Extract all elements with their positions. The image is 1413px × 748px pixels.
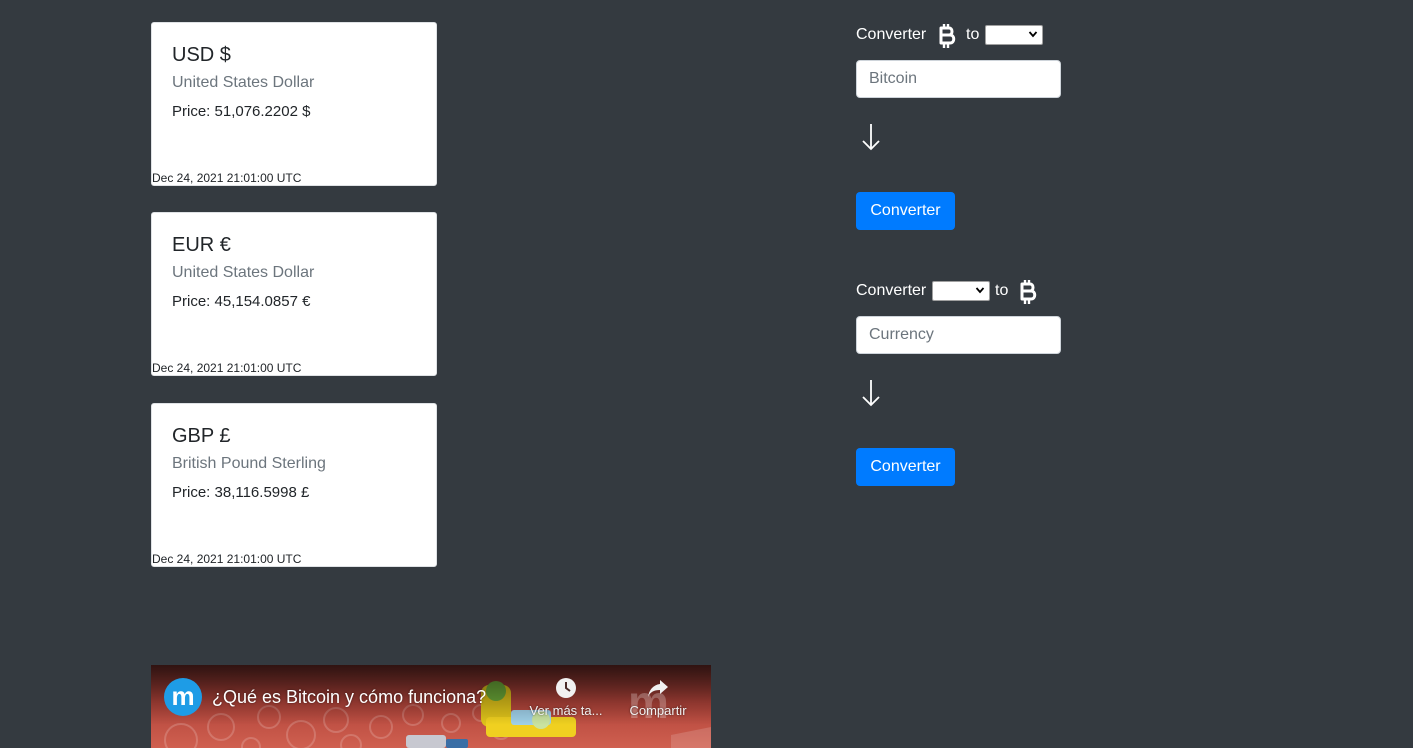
card-title: GBP £ bbox=[172, 425, 231, 447]
bitcoin-icon bbox=[1020, 280, 1037, 304]
converter-to-label: to bbox=[995, 282, 1009, 299]
page: USD $ United States Dollar Price: 51,076… bbox=[0, 0, 1413, 748]
card-timestamp: Dec 24, 2021 21:01:00 UTC bbox=[152, 552, 302, 566]
channel-avatar[interactable]: m bbox=[164, 678, 202, 716]
watch-later-label: Ver más ta... bbox=[529, 703, 603, 718]
chevron-down-icon bbox=[975, 287, 985, 294]
card-timestamp: Dec 24, 2021 21:01:00 UTC bbox=[152, 361, 302, 375]
converter-to-label: to bbox=[966, 26, 980, 43]
card-title: EUR € bbox=[172, 234, 231, 256]
card-price: Price: 51,076.2202 $ bbox=[172, 103, 311, 120]
card-subtitle: United States Dollar bbox=[172, 74, 315, 91]
convert-currency-button[interactable]: Converter bbox=[856, 448, 955, 486]
down-arrow-icon bbox=[862, 380, 880, 407]
currency-amount-input[interactable] bbox=[856, 316, 1061, 354]
card-title: USD $ bbox=[172, 44, 231, 66]
currency-card-usd: USD $ United States Dollar Price: 51,076… bbox=[151, 22, 437, 186]
video-title[interactable]: ¿Qué es Bitcoin y cómo funciona? bbox=[212, 686, 486, 708]
watch-later-button[interactable]: Ver más ta... bbox=[526, 677, 606, 719]
currency-card-gbp: GBP £ British Pound Sterling Price: 38,1… bbox=[151, 403, 437, 567]
video-embed[interactable]: m ¿Qué es Bitcoin y cómo funciona? m Ver… bbox=[151, 665, 711, 748]
bitcoin-icon bbox=[939, 24, 956, 48]
currency-card-eur: EUR € United States Dollar Price: 45,154… bbox=[151, 212, 437, 376]
share-icon bbox=[648, 680, 668, 697]
converter-label: Converter bbox=[856, 26, 927, 43]
bitcoin-amount-input[interactable] bbox=[856, 60, 1061, 98]
source-currency-select[interactable] bbox=[932, 281, 990, 301]
chevron-down-icon bbox=[1028, 31, 1038, 38]
target-currency-select[interactable] bbox=[985, 25, 1043, 45]
share-label: Compartir bbox=[629, 703, 687, 718]
convert-btc-button[interactable]: Converter bbox=[856, 192, 955, 230]
converter-label: Converter bbox=[856, 282, 927, 299]
down-arrow-icon bbox=[862, 124, 880, 151]
card-subtitle: British Pound Sterling bbox=[172, 455, 326, 472]
card-subtitle: United States Dollar bbox=[172, 264, 315, 281]
clock-icon bbox=[556, 678, 576, 698]
share-button[interactable]: Compartir bbox=[618, 677, 698, 719]
card-price: Price: 38,116.5998 £ bbox=[172, 484, 310, 501]
card-price: Price: 45,154.0857 € bbox=[172, 293, 311, 310]
card-timestamp: Dec 24, 2021 21:01:00 UTC bbox=[152, 171, 302, 185]
